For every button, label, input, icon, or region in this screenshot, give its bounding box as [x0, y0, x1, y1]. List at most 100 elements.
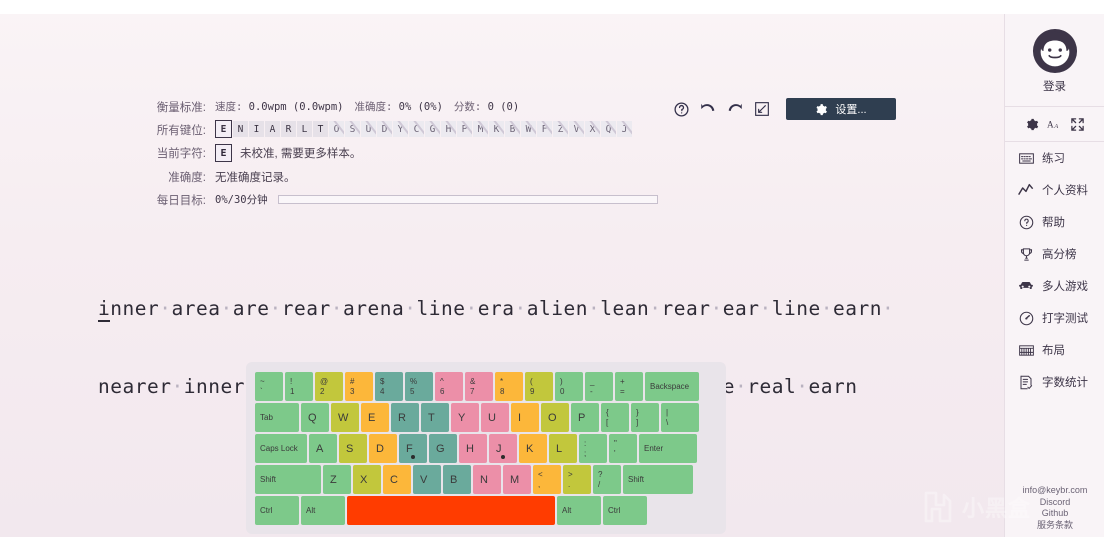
settings-button[interactable]: 设置...: [786, 98, 896, 120]
char: n: [441, 297, 454, 320]
key-w[interactable]: W: [331, 403, 359, 432]
key-label: P: [578, 411, 586, 424]
footer-email[interactable]: info@keybr.com: [1005, 485, 1104, 497]
question-circle-icon[interactable]: [672, 100, 690, 118]
key-'[interactable]: " ': [609, 434, 637, 463]
sidebar-item-个人资料[interactable]: 个人资料: [1005, 174, 1104, 206]
word-separator: ·: [171, 375, 184, 398]
key-\[interactable]: | \: [661, 403, 699, 432]
key-ctrl[interactable]: Ctrl: [603, 496, 647, 525]
key-shift[interactable]: Shift: [255, 465, 321, 494]
key-p[interactable]: P: [571, 403, 599, 432]
avatar-icon: [1032, 28, 1077, 74]
account-section[interactable]: 登录: [1005, 14, 1104, 106]
key-label: X: [360, 473, 368, 486]
key-j[interactable]: J: [489, 434, 517, 463]
key-l[interactable]: L: [549, 434, 577, 463]
key-4[interactable]: $4: [375, 372, 403, 401]
key-g[interactable]: G: [429, 434, 457, 463]
key-.[interactable]: >.: [563, 465, 591, 494]
key-8[interactable]: * 8: [495, 372, 523, 401]
key-b[interactable]: B: [443, 465, 471, 494]
key-,[interactable]: <,: [533, 465, 561, 494]
char: e: [134, 297, 147, 320]
key-tab[interactable]: Tab: [255, 403, 299, 432]
key-9[interactable]: (9: [525, 372, 553, 401]
footer-discord[interactable]: Discord: [1005, 497, 1104, 509]
key-chip: A: [265, 121, 280, 137]
key-v[interactable]: V: [413, 465, 441, 494]
key-chip: Y: [393, 121, 408, 137]
sidebar-item-label: 帮助: [1042, 217, 1065, 229]
key-0[interactable]: ) 0: [555, 372, 583, 401]
key-d[interactable]: D: [369, 434, 397, 463]
font-size-icon[interactable]: A A: [1047, 116, 1063, 132]
key-q[interactable]: Q: [301, 403, 329, 432]
keyboard-row: Shift Z X C V B N M <, >. ? / Shift: [255, 465, 717, 494]
sidebar-item-多人游戏[interactable]: 多人游戏: [1005, 270, 1104, 302]
key-i[interactable]: I: [511, 403, 539, 432]
redo-icon[interactable]: [726, 100, 744, 118]
key-k[interactable]: K: [519, 434, 547, 463]
key-6[interactable]: ^ 6: [435, 372, 463, 401]
key-2[interactable]: @2: [315, 372, 343, 401]
key-f[interactable]: F: [399, 434, 427, 463]
key-/[interactable]: ? /: [593, 465, 621, 494]
sidebar-item-字数统计[interactable]: 字数统计: [1005, 366, 1104, 398]
char: r: [245, 297, 258, 320]
key-label: T: [428, 411, 435, 424]
key-a[interactable]: A: [309, 434, 337, 463]
footer-github[interactable]: Github: [1005, 508, 1104, 520]
key-;[interactable]: :;: [579, 434, 607, 463]
key-s[interactable]: S: [339, 434, 367, 463]
gear-icon[interactable]: [1024, 116, 1040, 132]
key-label: Tab: [260, 413, 273, 422]
char: r: [355, 297, 368, 320]
virtual-keyboard[interactable]: ~ ` ! 1 @2 #3 $4 % 5 ^ 6 & 7 * 8 (9 ) 0 _ - + = Backspace Tab Q W…: [246, 362, 726, 534]
fullscreen-icon[interactable]: [753, 100, 771, 118]
key-`[interactable]: ~ `: [255, 372, 283, 401]
key-3[interactable]: #3: [345, 372, 373, 401]
sidebar-item-label: 多人游戏: [1042, 281, 1088, 293]
key-[[interactable]: {[: [601, 403, 629, 432]
key-alt[interactable]: Alt: [301, 496, 345, 525]
key-t[interactable]: T: [421, 403, 449, 432]
key-=[interactable]: + =: [615, 372, 643, 401]
key-n[interactable]: N: [473, 465, 501, 494]
sidebar-item-高分榜[interactable]: 高分榜: [1005, 238, 1104, 270]
key-z[interactable]: Z: [323, 465, 351, 494]
key-alt[interactable]: Alt: [557, 496, 601, 525]
sidebar-item-打字测试[interactable]: 打字测试: [1005, 302, 1104, 334]
key-e[interactable]: E: [361, 403, 389, 432]
fullscreen-icon[interactable]: [1070, 116, 1086, 132]
key--[interactable]: _ -: [585, 372, 613, 401]
key-r[interactable]: R: [391, 403, 419, 432]
sidebar-item-布局[interactable]: 布局: [1005, 334, 1104, 366]
key-c[interactable]: C: [383, 465, 411, 494]
key-enter[interactable]: Enter: [639, 434, 697, 463]
key-7[interactable]: & 7: [465, 372, 493, 401]
key-shift[interactable]: Shift: [623, 465, 693, 494]
key-][interactable]: }]: [631, 403, 659, 432]
key-glyphs: ) 0: [560, 376, 565, 396]
key-1[interactable]: ! 1: [285, 372, 313, 401]
sidebar-item-帮助[interactable]: 帮助: [1005, 206, 1104, 238]
key-5[interactable]: % 5: [405, 372, 433, 401]
key-label: C: [390, 473, 398, 486]
footer-terms[interactable]: 服务条款: [1005, 520, 1104, 532]
key-x[interactable]: X: [353, 465, 381, 494]
key-u[interactable]: U: [481, 403, 509, 432]
char: l: [416, 297, 429, 320]
char: i: [784, 297, 797, 320]
key-ctrl[interactable]: Ctrl: [255, 496, 299, 525]
key-y[interactable]: Y: [451, 403, 479, 432]
sidebar-item-练习[interactable]: 练习: [1005, 142, 1104, 174]
key-m[interactable]: M: [503, 465, 531, 494]
key-o[interactable]: O: [541, 403, 569, 432]
key-backspace[interactable]: Backspace: [645, 372, 699, 401]
undo-icon[interactable]: [699, 100, 717, 118]
key-h[interactable]: H: [459, 434, 487, 463]
key-glyphs: :;: [584, 438, 587, 458]
key-space[interactable]: [347, 496, 555, 525]
key-caps-lock[interactable]: Caps Lock: [255, 434, 307, 463]
